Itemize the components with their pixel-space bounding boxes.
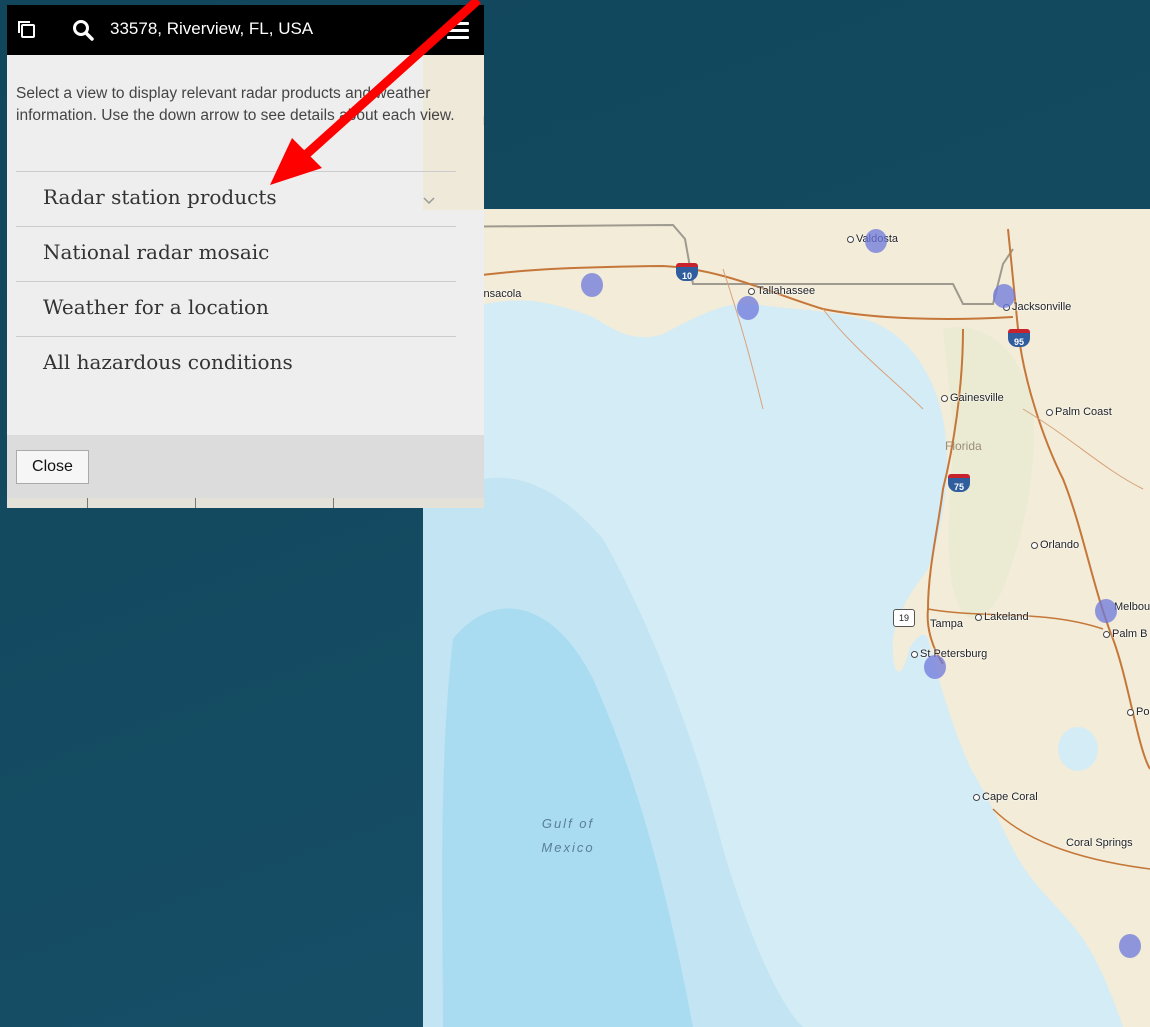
annotation-arrow — [270, 0, 482, 185]
